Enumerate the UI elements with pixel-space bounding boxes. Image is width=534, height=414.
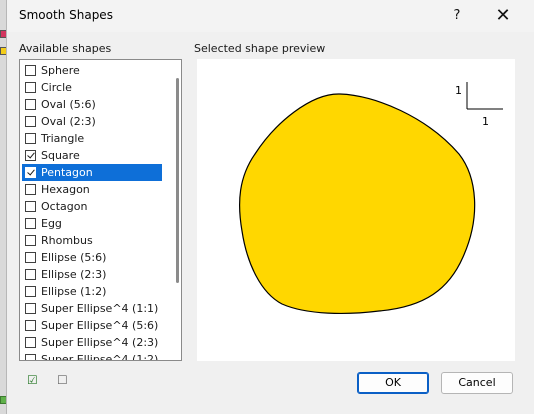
preview-canvas [238,82,503,315]
check-all-icon[interactable]: ☑ [27,373,38,387]
shape-checkbox[interactable] [25,201,36,212]
shape-list-item[interactable]: Ellipse (5:6) [22,249,162,266]
shape-checkbox[interactable] [25,133,36,144]
shape-label: Super Ellipse^4 (2:3) [41,336,159,349]
close-button[interactable]: ✕ [489,4,517,28]
shape-list-item[interactable]: Oval (5:6) [22,96,162,113]
shape-label: Super Ellipse^4 (1:1) [41,302,159,315]
shape-list-item[interactable]: Hexagon [22,181,162,198]
help-button[interactable]: ? [445,5,469,27]
shape-label: Octagon [41,200,88,213]
shape-list-item[interactable]: Pentagon [22,164,162,181]
shape-list-item[interactable]: Ellipse (2:3) [22,266,162,283]
shape-list-item[interactable]: Square [22,147,162,164]
available-shapes-label: Available shapes [19,42,112,55]
shape-checkbox[interactable] [25,235,36,246]
shape-list-item[interactable]: Super Ellipse^4 (1:2) [22,351,162,361]
shape-label: Triangle [41,132,85,145]
shape-list-item[interactable]: Oval (2:3) [22,113,162,130]
shape-checkbox[interactable] [25,218,36,229]
shape-list-item[interactable]: Octagon [22,198,162,215]
ok-button[interactable]: OK [357,372,429,394]
shape-checkbox[interactable] [25,99,36,110]
shape-list-item[interactable]: Rhombus [22,232,162,249]
shape-label: Pentagon [41,166,93,179]
shape-label: Super Ellipse^4 (1:2) [41,353,159,361]
shape-checkbox[interactable] [25,337,36,348]
axis-x-label: 1 [482,115,489,128]
preview-shape [238,93,476,315]
shape-checkbox[interactable] [25,269,36,280]
shape-checkbox[interactable] [25,65,36,76]
shape-checkbox[interactable] [25,116,36,127]
shape-label: Oval (5:6) [41,98,96,111]
shape-list-item[interactable]: Circle [22,79,162,96]
shape-checkbox[interactable] [25,167,36,178]
dialog-title: Smooth Shapes [19,8,113,22]
shape-preview: 1 1 [197,59,515,361]
list-scrollbar[interactable] [176,78,179,283]
shape-checkbox[interactable] [25,354,36,360]
shape-label: Ellipse (5:6) [41,251,107,264]
shape-label: Square [41,149,80,162]
preview-label: Selected shape preview [194,42,326,55]
axis-y-label: 1 [455,84,462,97]
shape-label: Circle [41,81,72,94]
shape-checkbox[interactable] [25,286,36,297]
shape-label: Hexagon [41,183,90,196]
shape-checkbox[interactable] [25,82,36,93]
shape-checkbox[interactable] [25,303,36,314]
shape-list-item[interactable]: Egg [22,215,162,232]
smooth-shapes-dialog: Smooth Shapes ? ✕ Available shapes Selec… [6,0,534,414]
shape-label: Oval (2:3) [41,115,96,128]
shape-label: Egg [41,217,62,230]
shape-label: Rhombus [41,234,93,247]
shape-list-item[interactable]: Super Ellipse^4 (1:1) [22,300,162,317]
shape-label: Sphere [41,64,80,77]
shape-label: Super Ellipse^4 (5:6) [41,319,159,332]
shape-list-item[interactable]: Super Ellipse^4 (2:3) [22,334,162,351]
shape-list-item[interactable]: Sphere [22,62,162,79]
shape-checkbox[interactable] [25,320,36,331]
shape-label: Ellipse (2:3) [41,268,107,281]
shape-list-item[interactable]: Super Ellipse^4 (5:6) [22,317,162,334]
title-bar: Smooth Shapes ? ✕ [7,0,534,32]
shape-checkbox[interactable] [25,184,36,195]
shape-label: Ellipse (1:2) [41,285,107,298]
cancel-button[interactable]: Cancel [441,372,513,394]
shape-checkbox[interactable] [25,150,36,161]
shape-list[interactable]: Sphere Circle Oval (5:6) Oval (2:3) Triangle… [19,59,182,361]
shape-checkbox[interactable] [25,252,36,263]
shape-list-item[interactable]: Ellipse (1:2) [22,283,162,300]
shape-list-item[interactable]: Triangle [22,130,162,147]
uncheck-all-icon[interactable]: ☐ [57,373,68,387]
